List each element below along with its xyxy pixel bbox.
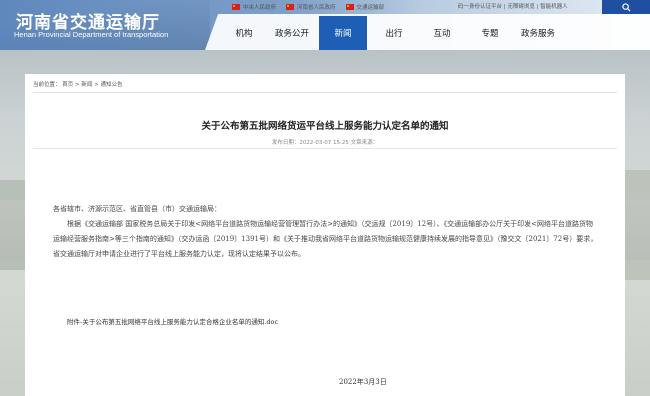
top-links: 中央人民政府 河南省人民政府 交通运输部 (232, 2, 394, 12)
national-emblem-icon (345, 4, 354, 10)
article-title: 关于公布第五批网络货运平台线上服务能力认定名单的通知 (201, 121, 449, 132)
nav-item-interaction[interactable]: 互动 (418, 16, 466, 50)
site-subtitle: Henan Provincial Department of transport… (14, 30, 169, 39)
search-button[interactable] (602, 0, 650, 14)
nav-item-gov-services[interactable]: 政务服务 (514, 16, 562, 50)
top-link-label: 河南省人民政府 (297, 5, 336, 11)
article-card: 当前位置： 首页 > 新闻 > 通知公告 关于公布第五批网络货运平台线上服务能力… (25, 74, 625, 396)
nav-item-news[interactable]: 新闻 (319, 16, 367, 50)
nav-item-topics[interactable]: 专题 (466, 16, 514, 50)
attachment-link[interactable]: 附件-关于公布第五批网络平台线上服务能力认定合格企业名单的通知.doc (67, 316, 278, 326)
breadcrumb[interactable]: 当前位置： 首页 > 新闻 > 通知公告 (33, 80, 122, 88)
article-date: 2022年3月3日 (339, 378, 387, 386)
salutation: 各省辖市、济源示范区、省直管县（市）交通运输局： (53, 205, 221, 213)
top-link-label: 交通运输部 (356, 5, 385, 11)
top-link-mot[interactable]: 交通运输部 (345, 3, 385, 11)
divider (33, 92, 617, 93)
national-emblem-icon (232, 4, 240, 10)
utility-links[interactable]: 码一身份认证平台 | 无障碍浏览 | 智能机器人 (458, 2, 568, 10)
nav-item-travel[interactable]: 出行 (370, 16, 418, 50)
top-link-label: 中央人民政府 (243, 5, 277, 11)
article-paragraph: 根据《交通运输部 国家税务总局关于印发<网络平台道路货物运输经营管理暂行办法>的… (53, 220, 598, 258)
article-body: 各省辖市、济源示范区、省直管县（市）交通运输局： 根据《交通运输部 国家税务总局… (53, 202, 598, 262)
national-emblem-icon (286, 4, 295, 10)
site-header: 河南省交通运输厅 Henan Provincial Department of … (0, 0, 650, 50)
divider (33, 148, 617, 149)
top-link-central-gov[interactable]: 中央人民政府 (232, 3, 276, 11)
search-icon (621, 2, 631, 12)
top-link-henan-gov[interactable]: 河南省人民政府 (286, 3, 336, 11)
nav-item-organization[interactable]: 机构 (220, 16, 268, 50)
nav-item-government-affairs[interactable]: 政务公开 (268, 16, 316, 50)
main-nav: 机构 政务公开 新闻 出行 互动 专题 政务服务 (220, 16, 562, 50)
article-meta: 发布日期：2022-03-07 15:25 文章来源： (271, 140, 379, 146)
